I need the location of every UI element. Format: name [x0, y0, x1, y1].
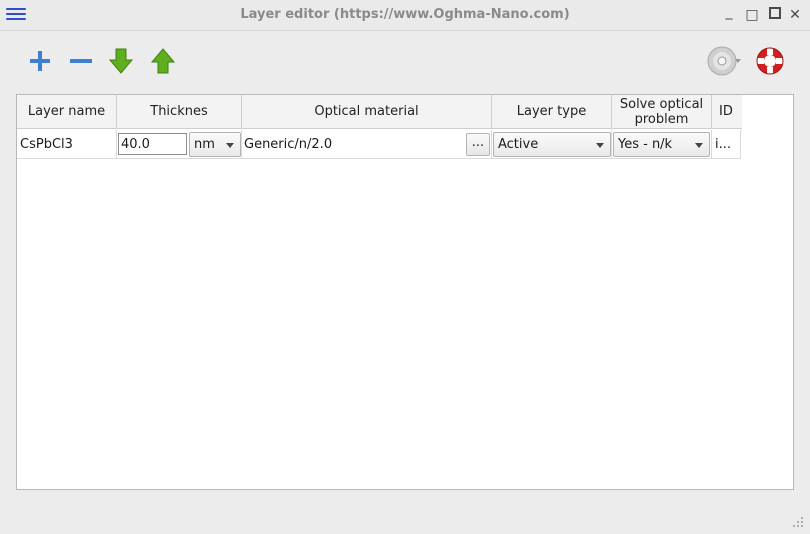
header-layer-name[interactable]: Layer name [17, 95, 117, 129]
title-bar: Layer editor (https://www.Oghma-Nano.com… [0, 0, 810, 31]
arrow-down-icon [108, 48, 134, 74]
header-optical-material[interactable]: Optical material [242, 95, 492, 129]
thickness-input[interactable]: 40.0 [118, 133, 187, 155]
cell-id[interactable]: i... [712, 130, 741, 159]
layer-type-value: Active [498, 137, 539, 152]
cell-optical-material: Generic/n/2.0 ... [242, 130, 492, 159]
plus-icon [30, 51, 50, 71]
toolbar [0, 31, 810, 93]
help-lifebuoy-icon [756, 47, 784, 75]
status-bar [0, 506, 810, 534]
maximize-restore-icon[interactable] [766, 6, 784, 24]
move-down-button[interactable] [103, 43, 139, 79]
cell-layer-type: Active [492, 130, 612, 159]
maximize-button[interactable]: □ [743, 6, 761, 24]
solve-optical-select[interactable]: Yes - n/k [613, 132, 710, 157]
table-header: Layer name Thicknes Optical material Lay… [17, 95, 793, 129]
unit-select[interactable]: nm [189, 132, 241, 157]
header-solve-optical[interactable]: Solve optical problem [612, 95, 712, 129]
header-solve-optical-line2: problem [634, 111, 689, 127]
header-thickness[interactable]: Thicknes [117, 95, 242, 129]
header-layer-type[interactable]: Layer type [492, 95, 612, 129]
header-solve-optical-line1: Solve optical [619, 96, 704, 112]
unit-select-value: nm [194, 137, 215, 152]
remove-layer-button[interactable] [63, 43, 99, 79]
cell-layer-name[interactable]: CsPbCl3 [17, 130, 117, 159]
chevron-down-icon [596, 143, 604, 148]
table-row[interactable]: CsPbCl3 40.0 nm Generic/n/2.0 ... Active… [17, 130, 741, 159]
window-title: Layer editor (https://www.Oghma-Nano.com… [240, 7, 570, 22]
layer-name-text: CsPbCl3 [20, 137, 73, 152]
layer-table: Layer name Thicknes Optical material Lay… [16, 94, 794, 490]
close-button[interactable]: ✕ [786, 6, 804, 24]
help-button[interactable] [752, 43, 788, 79]
add-layer-button[interactable] [22, 43, 58, 79]
id-text: i... [715, 137, 732, 152]
chevron-down-icon [226, 143, 234, 148]
arrow-up-icon [150, 48, 176, 74]
minus-icon [70, 59, 92, 63]
cell-thickness: 40.0 nm [117, 130, 242, 159]
header-id[interactable]: ID [712, 95, 742, 129]
layer-type-select[interactable]: Active [493, 132, 611, 157]
move-up-button[interactable] [145, 43, 181, 79]
optical-material-text[interactable]: Generic/n/2.0 [244, 137, 332, 152]
cell-solve-optical: Yes - n/k [612, 130, 712, 159]
chevron-down-icon [695, 143, 703, 148]
browse-material-button[interactable]: ... [466, 133, 490, 156]
solve-optical-value: Yes - n/k [618, 137, 673, 152]
disc-menu-button[interactable] [698, 43, 750, 79]
disc-icon [707, 46, 741, 76]
resize-grip-icon[interactable] [792, 516, 804, 528]
minimize-button[interactable]: _ [720, 3, 738, 21]
